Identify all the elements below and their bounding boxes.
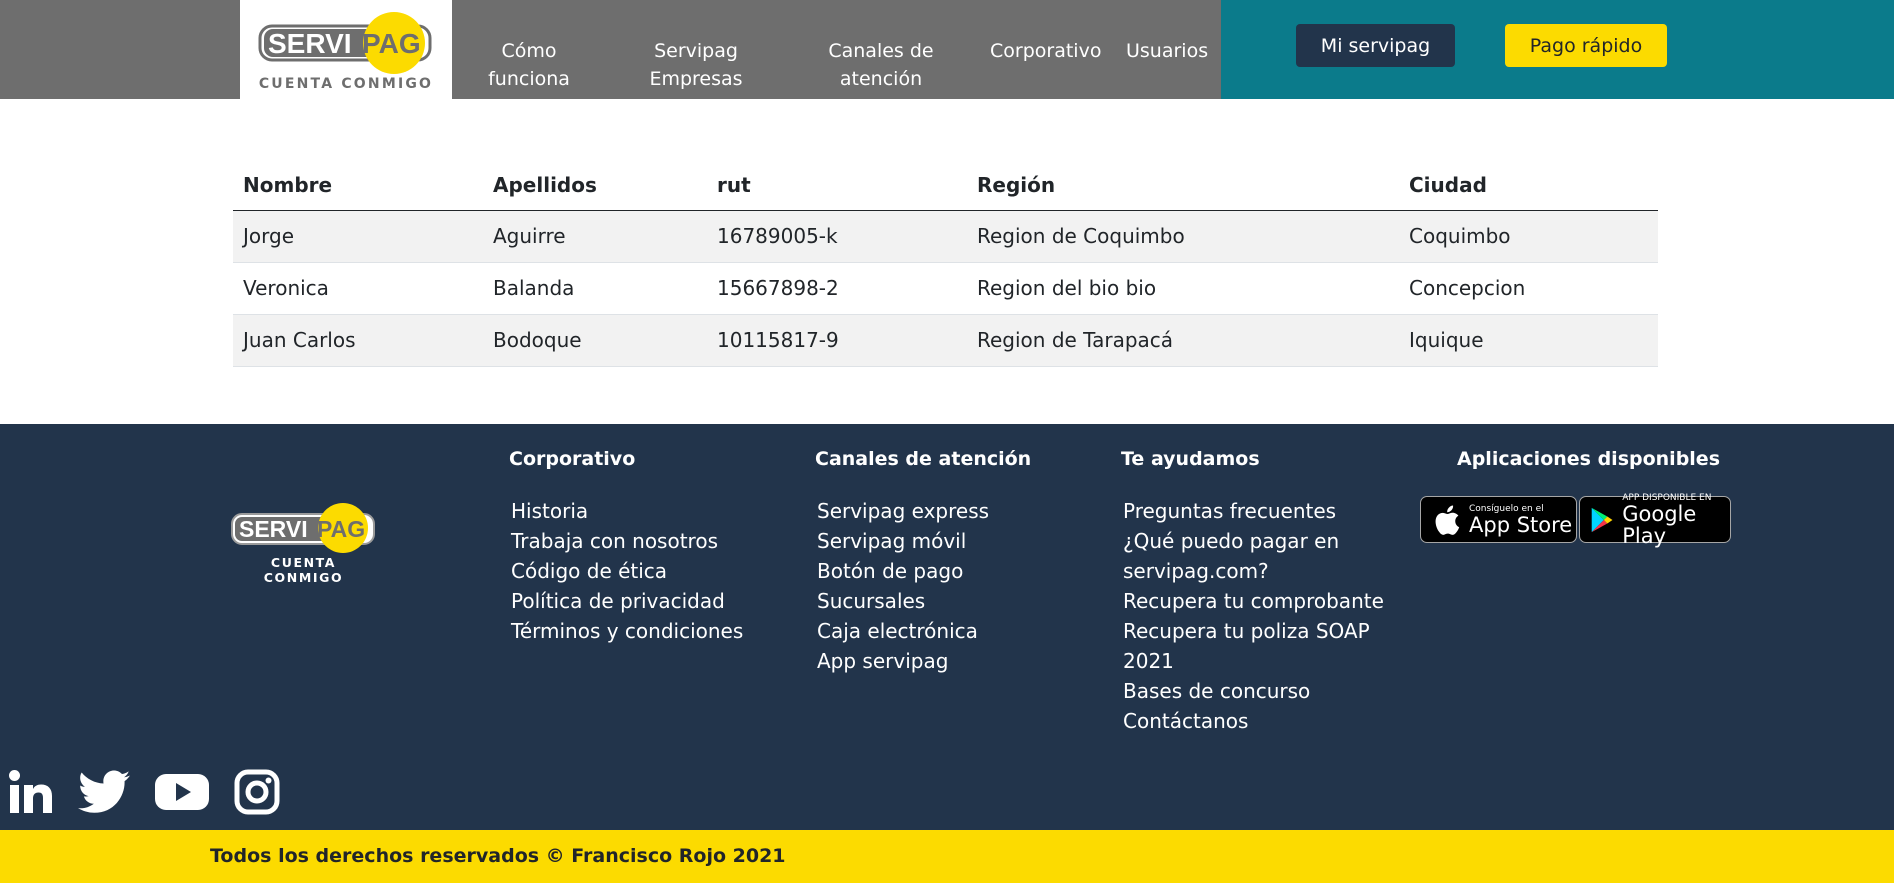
- footer-links-corporativo: Historia Trabaja con nosotros Código de …: [511, 496, 743, 646]
- svg-text:SERVI: SERVI: [268, 28, 352, 59]
- google-play-icon: [1591, 507, 1613, 532]
- footer-link[interactable]: App servipag: [817, 646, 989, 676]
- footer-link[interactable]: Recupera tu comprobante: [1123, 586, 1384, 616]
- pago-rapido-button[interactable]: Pago rápido: [1505, 24, 1667, 67]
- google-play-badge[interactable]: APP DISPONIBLE EN Google Play: [1579, 492, 1731, 547]
- nav-canales-atencion[interactable]: Canales de atención: [816, 37, 946, 93]
- footer-link[interactable]: Términos y condiciones: [511, 616, 743, 646]
- footer-link[interactable]: Caja electrónica: [817, 616, 989, 646]
- nav-como-funciona[interactable]: Cómo funciona: [470, 37, 588, 93]
- site-header: SERVI PAG CUENTA CONMIGO Cómo funciona S…: [0, 0, 1894, 99]
- footer-title-corporativo: Corporativo: [509, 448, 636, 470]
- nav-label: Corporativo: [990, 40, 1102, 62]
- footer-link[interactable]: Trabaja con nosotros: [511, 526, 743, 556]
- svg-text:PAG: PAG: [317, 516, 365, 542]
- table-header-row: Nombre Apellidos rut Región Ciudad: [233, 160, 1658, 211]
- copyright-bar: Todos los derechos reservados © Francisc…: [0, 830, 1894, 883]
- table-cell: Region de Tarapacá: [967, 314, 1399, 367]
- table-cell: Aguirre: [483, 210, 707, 263]
- servipag-logo-icon: SERVI PAG: [258, 12, 432, 74]
- footer-links-canales: Servipag express Servipag móvil Botón de…: [817, 496, 989, 676]
- nav-servipag-empresas[interactable]: Servipag Empresas: [636, 37, 756, 93]
- footer-link[interactable]: Botón de pago: [817, 556, 989, 586]
- footer-title-ayudamos: Te ayudamos: [1121, 448, 1260, 470]
- site-footer: SERVI PAG CUENTA CONMIGO Corporativo His…: [0, 424, 1894, 830]
- footer-link[interactable]: Recupera tu poliza SOAP: [1123, 616, 1384, 646]
- google-play-big-text: Google Play: [1622, 501, 1697, 548]
- nav-label: atención: [839, 68, 923, 90]
- logo-tagline: CUENTA CONMIGO: [258, 76, 434, 92]
- table-cell: Bodoque: [483, 314, 707, 367]
- table-cell: Balanda: [483, 262, 707, 315]
- svg-text:PAG: PAG: [362, 28, 421, 59]
- nav-label: Usuarios: [1126, 40, 1209, 62]
- instagram-icon[interactable]: [234, 769, 280, 815]
- footer-link[interactable]: Bases de concurso: [1123, 676, 1384, 706]
- table-row: Jorge Aguirre 16789005-k Region de Coqui…: [233, 210, 1658, 263]
- users-table: Nombre Apellidos rut Región Ciudad Jorge…: [233, 160, 1658, 367]
- app-store-big-text: App Store: [1469, 512, 1573, 537]
- app-store-badge[interactable]: Consíguelo en el App Store: [1420, 496, 1577, 543]
- table-cell: 15667898-2: [707, 262, 967, 315]
- footer-link[interactable]: Sucursales: [817, 586, 989, 616]
- table-cell: Concepcion: [1399, 262, 1658, 315]
- mi-servipag-button[interactable]: Mi servipag: [1296, 24, 1455, 67]
- table-row: Veronica Balanda 15667898-2 Region del b…: [233, 262, 1658, 315]
- nav-label: funciona: [488, 68, 570, 90]
- footer-link[interactable]: Servipag móvil: [817, 526, 989, 556]
- apple-icon: [1435, 505, 1460, 535]
- youtube-icon[interactable]: [154, 769, 210, 815]
- table-cell: Region del bio bio: [967, 262, 1399, 315]
- table-cell: Region de Coquimbo: [967, 210, 1399, 263]
- footer-title-apps: Aplicaciones disponibles: [1457, 448, 1721, 470]
- footer-link[interactable]: Preguntas frecuentes: [1123, 496, 1384, 526]
- nav-label: Canales de: [828, 40, 934, 62]
- nav-label: Servipag: [654, 40, 738, 62]
- nav-label: Empresas: [649, 68, 743, 90]
- table-cell: Juan Carlos: [233, 314, 483, 367]
- footer-link[interactable]: Política de privacidad: [511, 586, 743, 616]
- nav-label: Cómo: [501, 40, 557, 62]
- footer-link[interactable]: Código de ética: [511, 556, 743, 586]
- nav-corporativo[interactable]: Corporativo: [990, 37, 1102, 65]
- svg-text:SERVI: SERVI: [239, 516, 308, 542]
- footer-title-canales: Canales de atención: [815, 448, 1032, 470]
- table-row: Juan Carlos Bodoque 10115817-9 Region de…: [233, 314, 1658, 367]
- footer-link[interactable]: 2021: [1123, 646, 1384, 676]
- footer-link[interactable]: Contáctanos: [1123, 706, 1384, 736]
- footer-link[interactable]: ¿Qué puedo pagar en: [1123, 526, 1384, 556]
- linkedin-icon[interactable]: [8, 769, 54, 815]
- table-cell: 10115817-9: [707, 314, 967, 367]
- footer-link[interactable]: Historia: [511, 496, 743, 526]
- footer-link[interactable]: Servipag express: [817, 496, 989, 526]
- table-cell: Veronica: [233, 262, 483, 315]
- column-header: rut: [707, 160, 967, 211]
- nav-usuarios[interactable]: Usuarios: [1126, 37, 1208, 65]
- servipag-logo[interactable]: SERVI PAG CUENTA CONMIGO: [240, 0, 452, 99]
- column-header: Ciudad: [1399, 160, 1658, 211]
- table-cell: Jorge: [233, 210, 483, 263]
- table-cell: Iquique: [1399, 314, 1658, 367]
- app-store-small-text: Consíguelo en el: [1469, 503, 1544, 514]
- footer-link[interactable]: servipag.com?: [1123, 556, 1384, 586]
- column-header: Apellidos: [483, 160, 707, 211]
- footer-servipag-logo-icon[interactable]: SERVI PAG: [231, 500, 377, 556]
- table-cell: Coquimbo: [1399, 210, 1658, 263]
- footer-logo-tagline: CUENTA CONMIGO: [263, 555, 344, 585]
- table-cell: 16789005-k: [707, 210, 967, 263]
- footer-links-ayudamos: Preguntas frecuentes ¿Qué puedo pagar en…: [1123, 496, 1384, 736]
- column-header: Nombre: [233, 160, 483, 211]
- column-header: Región: [967, 160, 1399, 211]
- twitter-icon[interactable]: [78, 769, 130, 815]
- google-play-small-text: APP DISPONIBLE EN: [1622, 492, 1712, 503]
- copyright-text: Todos los derechos reservados © Francisc…: [210, 845, 786, 867]
